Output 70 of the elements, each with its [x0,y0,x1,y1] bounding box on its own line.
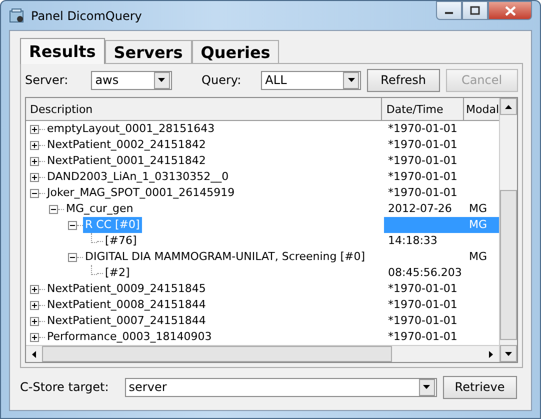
expander-icon[interactable] [30,316,39,326]
column-header[interactable]: Modal [464,98,499,120]
tree-item[interactable]: NextPatient_0007_24151844 [45,313,208,329]
retrieve-button[interactable]: Retrieve [442,376,517,398]
tree-item[interactable]: Joker_MAG_SPOT_0001_26145919 [45,185,237,201]
date-cell-text: 2012-07-26 [387,201,453,217]
tree-item[interactable]: emptyLayout_0001_28151643 [45,121,217,137]
modality-cell-text: MG [468,201,488,217]
tree-item[interactable]: NextPatient_0002_24151842 [45,137,208,153]
expander-icon[interactable] [30,156,39,166]
date-cell-text: *1970-01-01 [387,153,458,169]
close-button[interactable] [488,1,532,20]
query-label: Query: [202,73,242,87]
tree-item[interactable]: Performance_0003_18140903 [45,329,214,345]
tree-item[interactable]: DIGITAL DIA MAMMOGRAM-UNILAT, Screening [#0] [83,249,368,265]
tree-item[interactable]: NextPatient_0009_24151845 [45,281,208,297]
refresh-button[interactable]: Refresh [367,68,440,92]
close-icon [504,6,516,16]
expander-icon[interactable] [30,332,39,342]
expander-icon[interactable] [30,140,39,150]
dropdown-arrow-icon [348,78,355,82]
query-select[interactable]: ALL [261,70,362,90]
column-header[interactable]: Date/Time [382,98,464,120]
target-select[interactable]: server [124,378,437,396]
tree-item[interactable]: [#76] [103,233,139,249]
expander-icon[interactable] [30,284,39,294]
date-cell-text: *1970-01-01 [387,281,458,297]
host-dropdown[interactable]: aws [91,70,172,90]
dropdown-arrow-icon [423,385,430,389]
column-header[interactable]: Description [26,98,382,120]
tree-item[interactable]: NextPatient_0008_24151844 [45,297,208,313]
date-cell-text: *1970-01-01 [387,329,458,345]
horizontal-scrollbar[interactable] [26,345,499,362]
tree-item[interactable]: NextPatient_0001_24151842 [45,153,208,169]
expander-icon[interactable] [30,188,39,198]
scrollbar-thumb[interactable] [500,190,517,340]
scroll-up-icon[interactable] [500,98,517,115]
expander-icon[interactable] [30,300,39,310]
vertical-scrollbar[interactable] [499,98,517,362]
tab[interactable]: Results [20,38,105,64]
tree-item[interactable]: DAND2003_LiAn_1_03130352__0 [45,169,231,185]
server-label: Server: [25,73,68,87]
date-cell-text: *1970-01-01 [387,313,458,329]
tab[interactable]: Queries [192,40,280,63]
expander-icon[interactable] [30,172,39,182]
maximize-button[interactable] [462,1,488,20]
date-cell-text: 14:18:33 [387,233,438,249]
expander-icon[interactable] [30,124,39,134]
date-cell-text: 08:45:56.203 [387,265,463,281]
expander-icon[interactable] [68,252,77,262]
date-cell-text: *1970-01-01 [387,169,458,185]
expander-icon[interactable] [49,204,58,214]
scroll-down-icon[interactable] [500,345,517,362]
minimize-button[interactable] [436,1,462,20]
date-cell-text: *1970-01-01 [387,121,458,137]
maximize-icon [470,6,480,15]
modality-cell-text: MG [468,249,488,265]
app-icon [9,8,25,24]
dropdown-arrow-icon [158,78,166,82]
window-title: Panel DicomQuery [31,8,142,22]
modality-cell: MG [466,217,499,233]
date-cell-text: *1970-01-01 [387,297,458,313]
tree-item[interactable]: MG_cur_gen [64,201,136,217]
scrollbar-thumb[interactable] [42,346,392,362]
date-cell-text: *1970-01-01 [387,137,458,153]
cstore-target-label: C-Store target: [20,380,109,394]
tree-item[interactable]: [#2] [103,265,132,281]
tab[interactable]: Servers [104,40,192,63]
date-cell-text: *1970-01-01 [387,185,458,201]
expander-icon[interactable] [68,220,77,230]
